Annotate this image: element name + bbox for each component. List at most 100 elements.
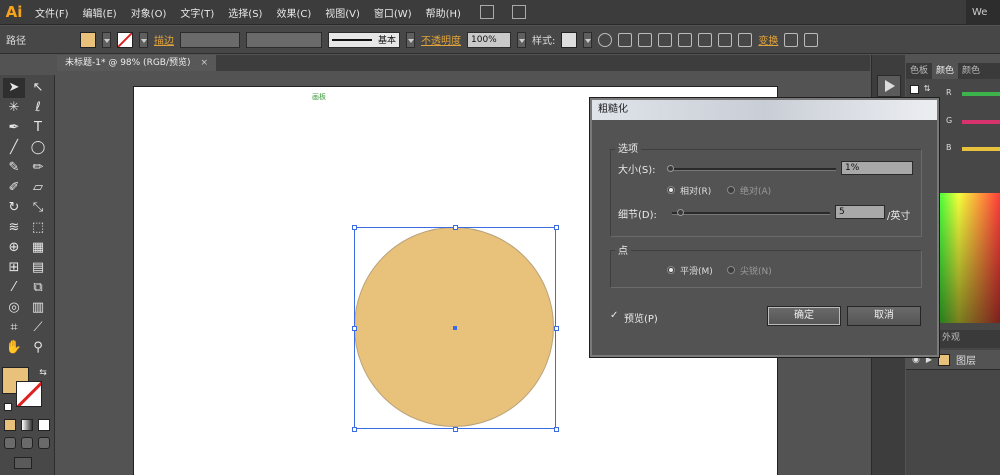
preview-checkbox[interactable]: ✓ [610,311,620,321]
tab-color[interactable]: 颜色 [932,63,959,79]
swap-colors-icon[interactable]: ⇆ [32,363,54,383]
close-tab-icon[interactable]: × [201,55,209,71]
detail-input[interactable]: 5 [835,205,885,219]
resize-handle-bottom[interactable] [453,427,458,432]
green-channel-slider[interactable] [962,120,1000,124]
actions-play-icon[interactable] [877,75,901,97]
pencil-tool-icon[interactable]: ✏ [27,158,49,178]
red-channel-slider[interactable] [962,92,1000,96]
menu-object[interactable]: 对象(O) [124,5,174,20]
size-input[interactable]: 1% [841,161,913,175]
isolate-icon[interactable] [784,32,799,47]
hand-tool-icon[interactable]: ✋ [3,338,25,358]
opacity-dropdown[interactable] [517,31,526,48]
variable-width-profile[interactable] [246,31,322,48]
detail-slider[interactable] [672,212,830,215]
default-colors-icon[interactable] [4,403,12,411]
fill-swatch[interactable] [80,31,96,48]
eyedropper-tool-icon[interactable]: ⁄ [3,278,25,298]
selection-tool-icon[interactable]: ➤ [3,78,25,98]
absolute-radio[interactable] [727,186,735,194]
align-center-icon[interactable] [658,32,673,47]
tab-swatches[interactable]: 色板 [906,63,932,79]
column-graph-tool-icon[interactable]: ▥ [27,298,49,318]
graphic-style-swatch[interactable] [561,31,578,48]
paintbrush-tool-icon[interactable]: ✎ [3,158,25,178]
panel-fill-swatch[interactable] [910,85,919,94]
symbol-sprayer-tool-icon[interactable]: ◎ [3,298,25,318]
resize-handle-left[interactable] [352,326,357,331]
workspace-switcher[interactable]: We [966,0,1000,25]
menu-file[interactable]: 文件(F) [28,5,76,20]
smooth-radio[interactable] [667,266,675,274]
opacity-link[interactable]: 不透明度 [421,32,461,47]
stroke-link[interactable]: 描边 [154,32,174,47]
color-spectrum[interactable] [938,193,1000,323]
screen-mode-icon[interactable] [14,457,32,469]
menu-edit[interactable]: 编辑(E) [76,5,124,20]
align-bottom-icon[interactable] [738,32,753,47]
menu-effect[interactable]: 效果(C) [269,5,318,20]
draw-normal-icon[interactable] [4,437,16,449]
cancel-button[interactable]: 取消 [847,306,921,326]
corner-radio[interactable] [727,266,735,274]
scale-tool-icon[interactable]: ⤡ [27,198,49,218]
ellipse-tool-icon[interactable]: ◯ [27,138,49,158]
stroke-swatch[interactable] [117,31,133,48]
align-top-icon[interactable] [698,32,713,47]
transform-link[interactable]: 变换 [758,32,778,47]
bridge-icon[interactable] [479,5,494,19]
resize-handle-top[interactable] [453,225,458,230]
align-to-icon[interactable] [618,32,633,47]
slice-tool-icon[interactable]: ⟋ [27,318,49,338]
artboard-tool-icon[interactable]: ⌗ [3,318,25,338]
document-tab[interactable]: 未标题-1* @ 98% (RGB/预览) × [57,55,217,71]
align-middle-icon[interactable] [718,32,733,47]
brush-definition[interactable]: 基本 [328,31,400,48]
panel-swap-icon[interactable]: ⇅ [920,79,934,99]
align-right-icon[interactable] [678,32,693,47]
resize-handle-top-left[interactable] [352,225,357,230]
warp-tool-icon[interactable]: ≋ [3,218,25,238]
resize-handle-bottom-right[interactable] [554,427,559,432]
gradient-mode-icon[interactable] [21,419,33,431]
detail-slider-thumb[interactable] [676,209,684,216]
menu-type[interactable]: 文字(T) [173,5,221,20]
menu-help[interactable]: 帮助(H) [419,5,468,20]
direct-selection-tool-icon[interactable]: ↖ [27,78,49,98]
magic-wand-tool-icon[interactable]: ✳ [3,98,25,118]
resize-handle-bottom-left[interactable] [352,427,357,432]
rotate-tool-icon[interactable]: ↻ [3,198,25,218]
mesh-tool-icon[interactable]: ⊞ [3,258,25,278]
arrange-documents-icon[interactable] [511,5,526,19]
lasso-tool-icon[interactable]: ℓ [27,98,49,118]
zoom-tool-icon[interactable]: ⚲ [27,338,49,358]
resize-handle-top-right[interactable] [554,225,559,230]
blob-brush-tool-icon[interactable]: ✐ [3,178,25,198]
none-mode-icon[interactable] [38,419,50,431]
fill-dropdown[interactable] [102,31,111,48]
shape-builder-tool-icon[interactable]: ⊕ [3,238,25,258]
stroke-dropdown[interactable] [139,31,148,48]
line-tool-icon[interactable]: ╱ [3,138,25,158]
ok-button[interactable]: 确定 [767,306,841,326]
draw-behind-icon[interactable] [21,437,33,449]
draw-inside-icon[interactable] [38,437,50,449]
brush-dropdown[interactable] [406,31,415,48]
align-left-icon[interactable] [638,32,653,47]
stroke-color-box[interactable] [16,381,42,407]
panel-menu-icon[interactable] [804,32,819,47]
blend-tool-icon[interactable]: ⧉ [27,278,49,298]
tab-appearance[interactable]: 外观 [938,330,964,348]
graphic-style-dropdown[interactable] [583,31,593,48]
tab-color-guide[interactable]: 颜色 [958,63,984,79]
menu-window[interactable]: 窗口(W) [367,5,419,20]
perspective-grid-tool-icon[interactable]: ▦ [27,238,49,258]
eraser-tool-icon[interactable]: ▱ [27,178,49,198]
resize-handle-right[interactable] [554,326,559,331]
relative-radio[interactable] [667,186,675,194]
menu-select[interactable]: 选择(S) [221,5,269,20]
recolor-icon[interactable] [598,32,613,47]
blue-channel-slider[interactable] [962,147,1000,151]
size-slider[interactable] [668,168,836,171]
